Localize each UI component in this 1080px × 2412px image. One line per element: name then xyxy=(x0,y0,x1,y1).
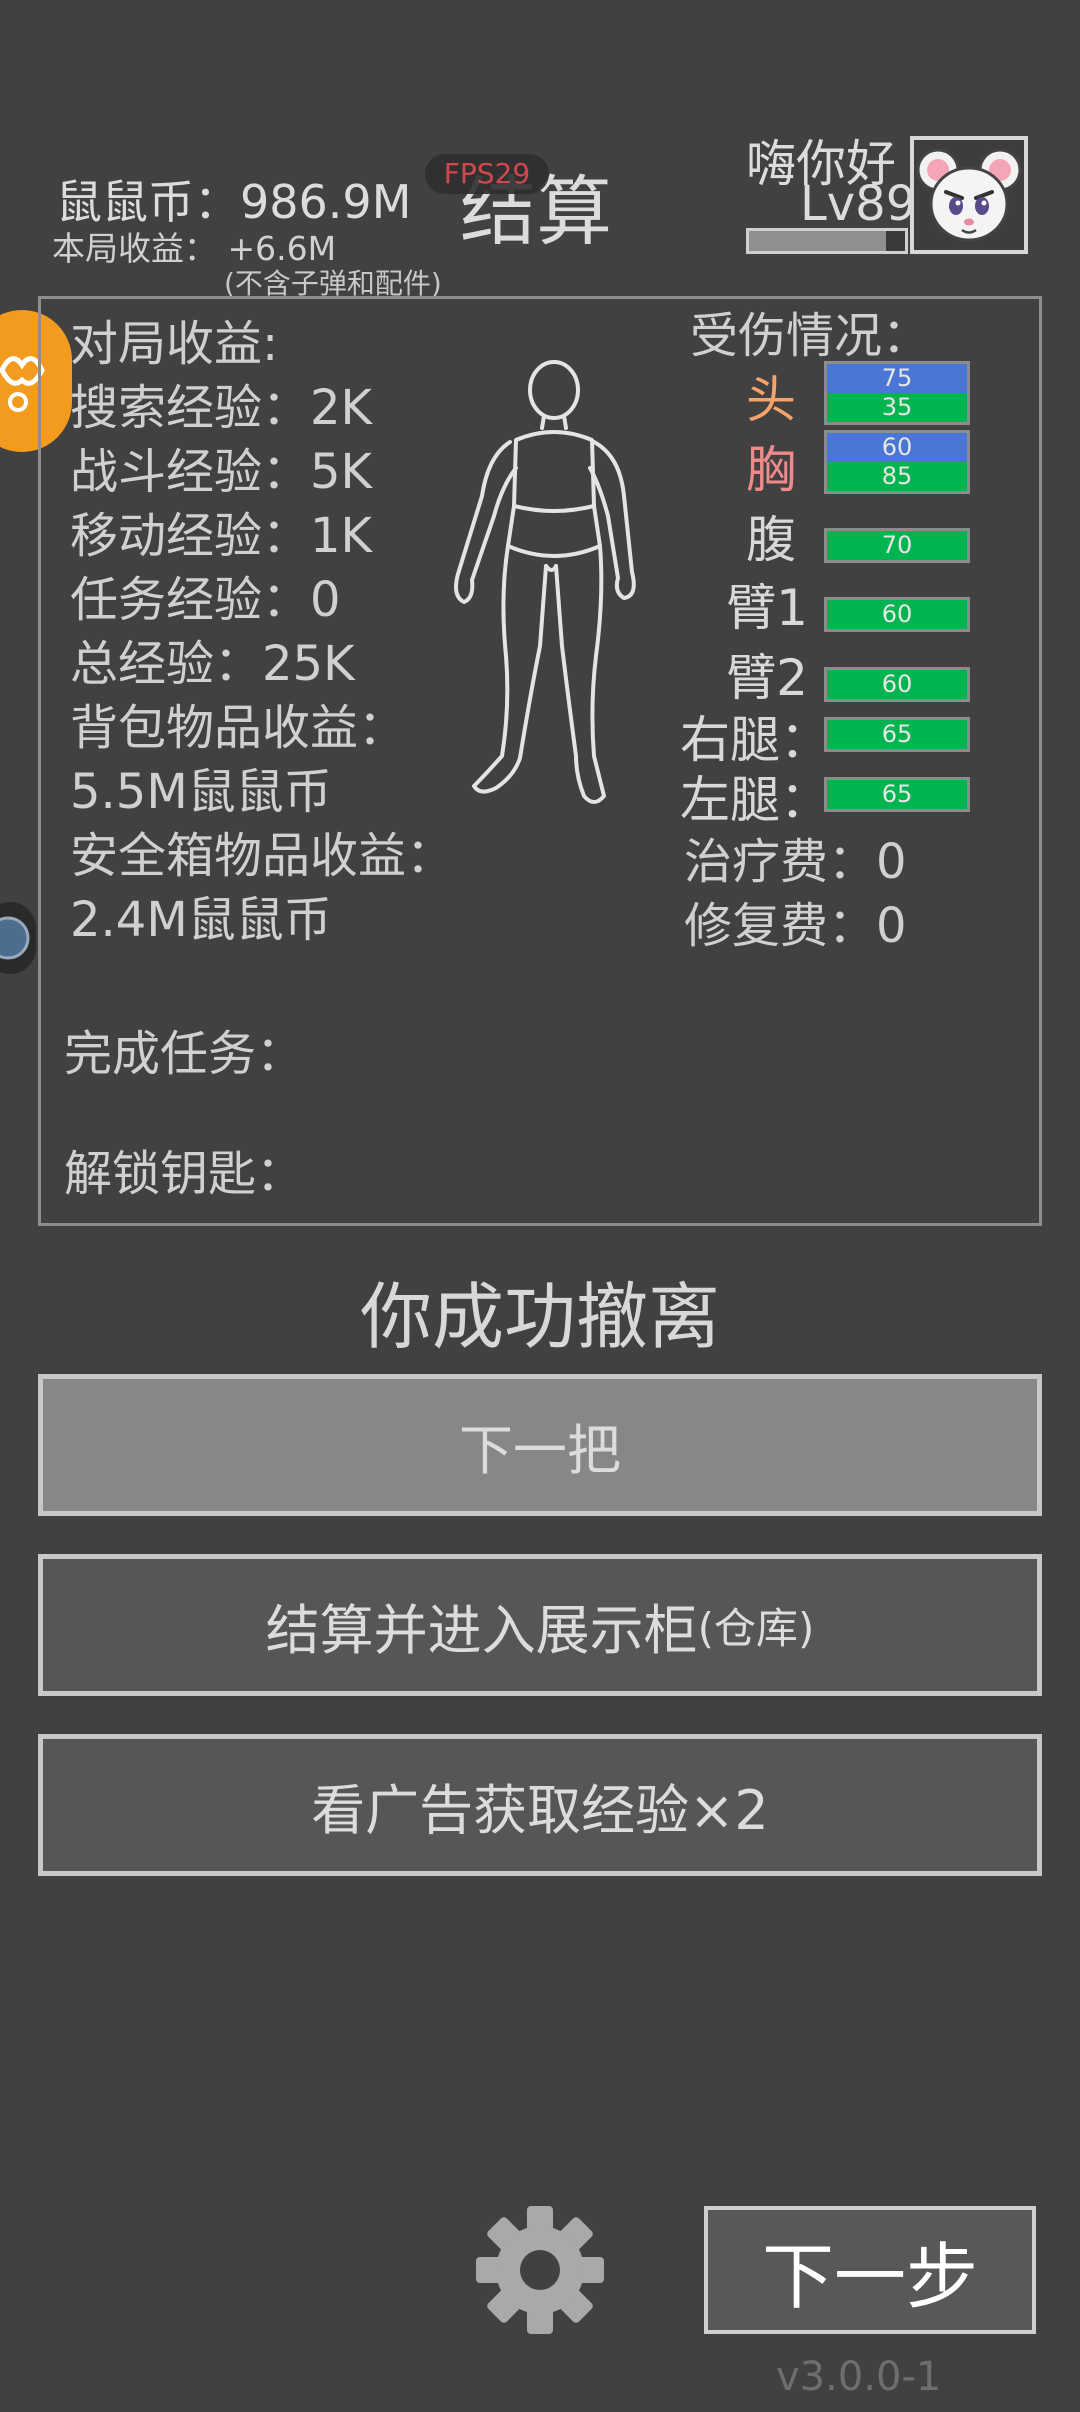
arm2-status-bar: 60 xyxy=(824,667,970,702)
task-exp: 任务经验：0 xyxy=(70,572,341,628)
arm2-hp-value: 60 xyxy=(827,670,967,699)
version-label: v3.0.0-1 xyxy=(776,2354,942,2400)
ad-double-exp-button-label: 看广告获取经验×2 xyxy=(311,1778,769,1842)
body-part-label-arm1: 臂1 xyxy=(726,579,808,637)
xp-progress-bar xyxy=(746,228,908,254)
backpack-earnings-label: 背包物品收益： xyxy=(70,700,407,756)
right-leg-status-bar: 65 xyxy=(824,717,970,752)
arm1-hp-value: 60 xyxy=(827,600,967,629)
chest-armor-value: 60 xyxy=(827,433,967,462)
left-leg-hp-value: 65 xyxy=(827,780,967,809)
settle-showcase-button-label: 结算并进入展示柜 xyxy=(265,1598,698,1662)
next-round-button-label: 下一把 xyxy=(459,1418,621,1482)
right-leg-hp-value: 65 xyxy=(827,720,967,749)
avatar[interactable] xyxy=(910,136,1028,254)
player-level: Lv89 xyxy=(800,176,917,232)
injury-heading: 受伤情况： xyxy=(690,308,931,364)
xp-progress-fill xyxy=(749,231,887,251)
abdomen-hp-value: 70 xyxy=(827,531,967,560)
body-part-label-chest: 胸 xyxy=(746,441,796,499)
safebox-earnings-value: 2.4M鼠鼠币 xyxy=(70,892,332,948)
blue-side-badge[interactable] xyxy=(0,902,36,974)
safebox-earnings-label: 安全箱物品收益： xyxy=(70,828,455,884)
next-round-button[interactable]: 下一把 xyxy=(38,1374,1042,1516)
body-part-label-abdomen: 腹 xyxy=(746,511,796,569)
mouse-avatar-icon xyxy=(916,148,1022,242)
backpack-earnings-value: 5.5M鼠鼠币 xyxy=(70,764,332,820)
total-exp: 总经验：25K xyxy=(70,636,355,692)
combat-exp: 战斗经验：5K xyxy=(70,444,373,500)
extraction-success-message: 你成功撤离 xyxy=(359,1275,720,1359)
fps-counter: FPS29 xyxy=(425,154,549,194)
search-exp: 搜索经验：2K xyxy=(70,380,373,436)
head-hp-value: 35 xyxy=(827,393,967,422)
chest-status-bar: 60 85 xyxy=(824,430,970,494)
abdomen-status-bar: 70 xyxy=(824,528,970,563)
unlock-keys-label: 解锁钥匙： xyxy=(64,1146,305,1202)
head-status-bar: 75 35 xyxy=(824,361,970,425)
head-armor-value: 75 xyxy=(827,364,967,393)
gear-icon[interactable] xyxy=(474,2204,606,2336)
move-exp: 移动经验：1K xyxy=(70,508,373,564)
left-leg-status-bar: 65 xyxy=(824,777,970,812)
chest-hp-value: 85 xyxy=(827,462,967,491)
ad-double-exp-button[interactable]: 看广告获取经验×2 xyxy=(38,1734,1042,1876)
body-silhouette-icon xyxy=(454,360,636,804)
earnings-heading: 对局收益: xyxy=(70,316,279,372)
settle-showcase-button-suffix: (仓库) xyxy=(697,1603,815,1653)
blue-side-badge-icon xyxy=(0,916,30,960)
completed-tasks-label: 完成任务： xyxy=(64,1026,305,1082)
repair-fee: 修复费：0 xyxy=(684,898,907,954)
body-part-label-head: 头 xyxy=(746,371,796,429)
heal-fee: 治疗费：0 xyxy=(684,834,907,890)
arm1-status-bar: 60 xyxy=(824,597,970,632)
next-step-button[interactable]: 下一步 xyxy=(704,2206,1036,2334)
next-step-button-label: 下一步 xyxy=(761,2234,978,2319)
settle-showcase-button[interactable]: 结算并进入展示柜 (仓库) xyxy=(38,1554,1042,1696)
